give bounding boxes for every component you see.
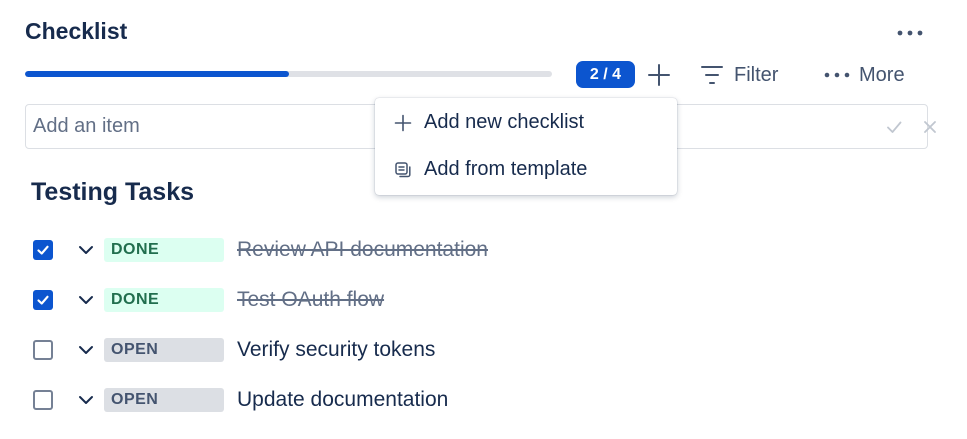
item-text[interactable]: Review API documentation xyxy=(237,238,488,262)
checklist-section-title: Testing Tasks xyxy=(31,178,195,206)
filter-button[interactable]: Filter xyxy=(700,60,778,90)
check-icon xyxy=(887,121,902,133)
progress-bar-fill xyxy=(25,71,289,77)
checklist-title: Checklist xyxy=(25,18,128,44)
status-badge: DONE xyxy=(104,238,224,262)
menu-item-label: Add from template xyxy=(424,158,588,180)
checkbox-unchecked[interactable] xyxy=(33,390,53,410)
progress-bar xyxy=(25,71,552,77)
checkbox-unchecked[interactable] xyxy=(33,340,53,360)
cancel-add-button[interactable] xyxy=(920,117,940,137)
checkbox-checked[interactable] xyxy=(33,240,53,260)
chevron-down-icon xyxy=(79,396,93,404)
item-text[interactable]: Test OAuth flow xyxy=(237,288,384,312)
check-icon xyxy=(37,245,49,255)
expand-item-button[interactable] xyxy=(76,290,96,310)
checklist-item: DONE Review API documentation xyxy=(33,235,633,265)
plus-icon xyxy=(648,64,670,86)
plus-icon xyxy=(393,113,412,132)
check-icon xyxy=(37,295,49,305)
expand-item-button[interactable] xyxy=(76,390,96,410)
template-icon xyxy=(393,160,412,179)
expand-item-button[interactable] xyxy=(76,240,96,260)
checkbox-checked[interactable] xyxy=(33,290,53,310)
chevron-down-icon xyxy=(79,346,93,354)
chevron-down-icon xyxy=(79,246,93,254)
checklist-item: OPEN Update documentation xyxy=(33,385,633,415)
item-text[interactable]: Verify security tokens xyxy=(237,338,435,362)
expand-item-button[interactable] xyxy=(76,340,96,360)
status-badge: DONE xyxy=(104,288,224,312)
add-button[interactable] xyxy=(644,60,674,90)
filter-button-label: Filter xyxy=(734,63,779,86)
filter-lines-icon xyxy=(701,66,723,84)
chevron-down-icon xyxy=(79,296,93,304)
more-button[interactable]: More xyxy=(823,60,905,90)
ellipsis-horizontal-icon xyxy=(897,30,923,36)
menu-item-label: Add new checklist xyxy=(424,111,585,133)
add-dropdown-menu: Add new checklist Add from template xyxy=(375,98,677,195)
menu-item-add-from-template[interactable]: Add from template xyxy=(375,146,677,193)
progress-count-badge: 2 / 4 xyxy=(576,61,635,88)
item-text[interactable]: Update documentation xyxy=(237,388,448,412)
more-button-label: More xyxy=(859,63,905,86)
close-icon xyxy=(924,121,936,133)
confirm-add-button[interactable] xyxy=(884,117,904,137)
checklist-item: OPEN Verify security tokens xyxy=(33,335,633,365)
checklist-item: DONE Test OAuth flow xyxy=(33,285,633,315)
ellipsis-horizontal-icon xyxy=(824,72,850,78)
status-badge: OPEN xyxy=(104,338,224,362)
more-actions-button[interactable] xyxy=(894,22,926,44)
menu-item-add-new-checklist[interactable]: Add new checklist xyxy=(375,99,677,146)
status-badge: OPEN xyxy=(104,388,224,412)
